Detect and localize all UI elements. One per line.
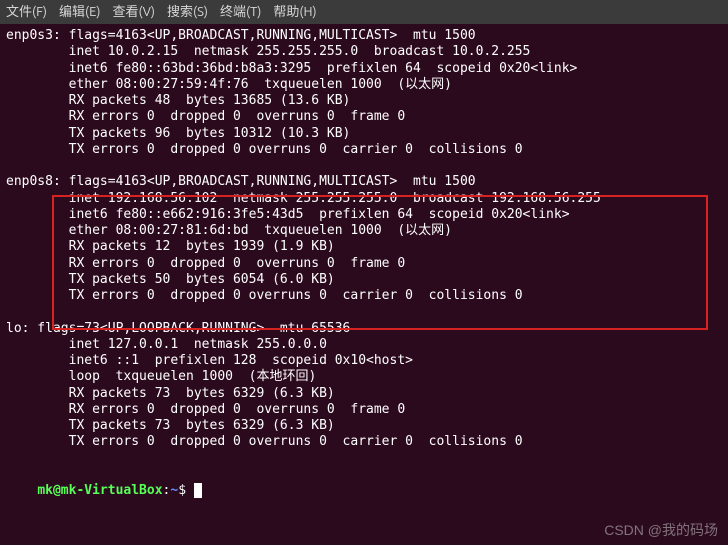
- menu-help[interactable]: 帮助(H): [273, 4, 316, 20]
- output-line: RX errors 0 dropped 0 overruns 0 frame 0: [6, 109, 722, 125]
- output-line: enp0s8: flags=4163<UP,BROADCAST,RUNNING,…: [6, 174, 722, 190]
- output-line: inet6 fe80::e662:916:3fe5:43d5 prefixlen…: [6, 207, 722, 223]
- output-line: RX errors 0 dropped 0 overruns 0 frame 0: [6, 256, 722, 272]
- output-line: inet 10.0.2.15 netmask 255.255.255.0 bro…: [6, 44, 722, 60]
- menu-view[interactable]: 查看(V): [113, 4, 155, 20]
- menu-file[interactable]: 文件(F): [6, 4, 47, 20]
- cursor: [194, 483, 202, 498]
- output-line: inet 127.0.0.1 netmask 255.0.0.0: [6, 337, 722, 353]
- output-line: lo: flags=73<UP,LOOPBACK,RUNNING> mtu 65…: [6, 321, 722, 337]
- menu-edit[interactable]: 编辑(E): [59, 4, 100, 20]
- output-line: TX errors 0 dropped 0 overruns 0 carrier…: [6, 142, 722, 158]
- watermark: CSDN @我的码场: [604, 522, 718, 540]
- output-line: RX errors 0 dropped 0 overruns 0 frame 0: [6, 402, 722, 418]
- output-line: [6, 451, 722, 467]
- output-line: RX packets 12 bytes 1939 (1.9 KB): [6, 239, 722, 255]
- output-line: TX errors 0 dropped 0 overruns 0 carrier…: [6, 288, 722, 304]
- output-line: [6, 158, 722, 174]
- output-line: loop txqueuelen 1000 (本地环回): [6, 369, 722, 385]
- prompt-line[interactable]: mk@mk-VirtualBox:~$: [6, 467, 722, 516]
- output-line: RX packets 73 bytes 6329 (6.3 KB): [6, 386, 722, 402]
- prompt-user-host: mk@mk-VirtualBox: [37, 483, 162, 498]
- output-line: inet6 ::1 prefixlen 128 scopeid 0x10<hos…: [6, 353, 722, 369]
- output-line: ether 08:00:27:59:4f:76 txqueuelen 1000 …: [6, 77, 722, 93]
- output-line: TX packets 50 bytes 6054 (6.0 KB): [6, 272, 722, 288]
- output-line: RX packets 48 bytes 13685 (13.6 KB): [6, 93, 722, 109]
- output-line: [6, 304, 722, 320]
- menu-terminal[interactable]: 终端(T): [220, 4, 261, 20]
- output-line: TX packets 73 bytes 6329 (6.3 KB): [6, 418, 722, 434]
- menu-search[interactable]: 搜索(S): [167, 4, 208, 20]
- output-line: TX packets 96 bytes 10312 (10.3 KB): [6, 126, 722, 142]
- output-line: ether 08:00:27:81:6d:bd txqueuelen 1000 …: [6, 223, 722, 239]
- menubar: 文件(F) 编辑(E) 查看(V) 搜索(S) 终端(T) 帮助(H): [0, 0, 728, 24]
- output-line: enp0s3: flags=4163<UP,BROADCAST,RUNNING,…: [6, 28, 722, 44]
- output-line: inet 192.168.56.102 netmask 255.255.255.…: [6, 191, 722, 207]
- terminal-output-area[interactable]: enp0s3: flags=4163<UP,BROADCAST,RUNNING,…: [0, 24, 728, 516]
- prompt-dollar: $: [178, 483, 194, 498]
- output-line: inet6 fe80::63bd:36bd:b8a3:3295 prefixle…: [6, 61, 722, 77]
- output-line: TX errors 0 dropped 0 overruns 0 carrier…: [6, 434, 722, 450]
